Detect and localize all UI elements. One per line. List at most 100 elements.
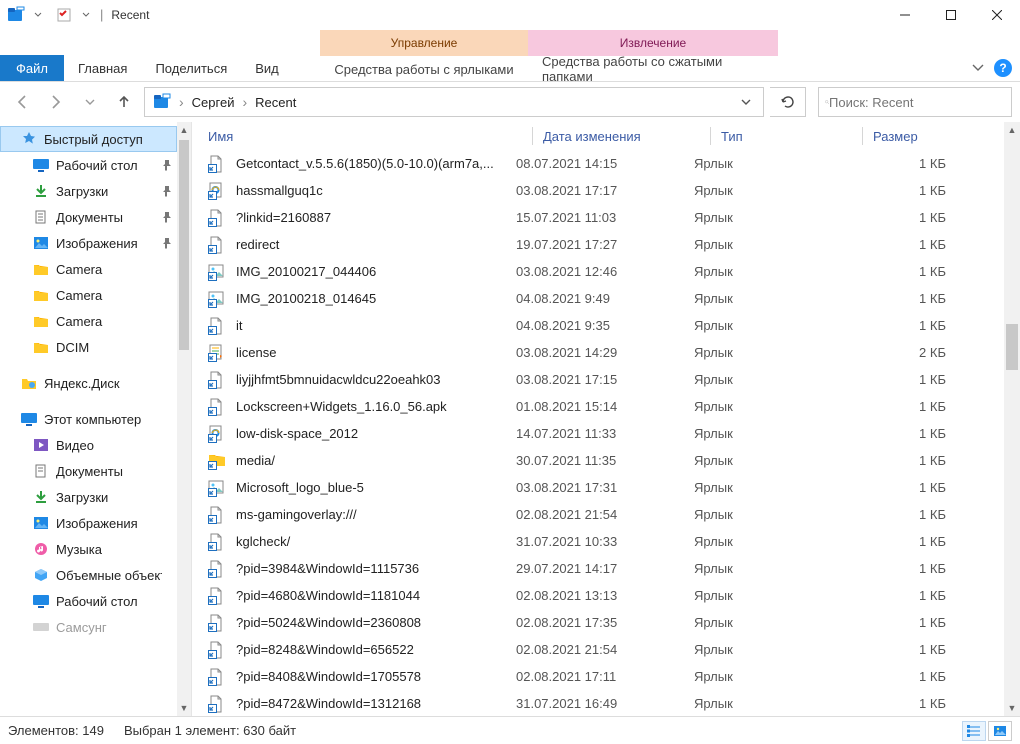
- sort-indicator-icon: ⌃: [352, 122, 360, 129]
- sidebar-item-camera[interactable]: Camera: [0, 308, 177, 334]
- table-row[interactable]: ?pid=5024&WindowId=236080802.08.2021 17:…: [192, 609, 1004, 636]
- share-tab[interactable]: Поделиться: [141, 55, 241, 81]
- back-button[interactable]: [8, 88, 36, 116]
- star-icon: [20, 130, 38, 148]
- sidebar-scrollbar[interactable]: ▲ ▼: [177, 122, 191, 716]
- sidebar-item-label: Этот компьютер: [44, 412, 141, 427]
- search-box[interactable]: [818, 87, 1012, 117]
- close-button[interactable]: [974, 0, 1020, 30]
- help-icon[interactable]: ?: [994, 59, 1012, 77]
- search-input[interactable]: [829, 95, 1005, 110]
- column-header-size[interactable]: Размер: [846, 122, 954, 150]
- content-scrollbar[interactable]: ▲ ▼: [1004, 122, 1020, 716]
- table-row[interactable]: redirect19.07.2021 17:27Ярлык1 КБ: [192, 231, 1004, 258]
- sidebar-item-this-pc[interactable]: Этот компьютер: [0, 406, 177, 432]
- file-size: 2 КБ: [846, 345, 954, 360]
- sidebar-item-documents[interactable]: Документы: [0, 458, 177, 484]
- table-row[interactable]: Microsoft_logo_blue-503.08.2021 17:31Ярл…: [192, 474, 1004, 501]
- address-bar[interactable]: › Сергей › Recent: [144, 87, 764, 117]
- file-name: Lockscreen+Widgets_1.16.0_56.apk: [236, 399, 447, 414]
- breadcrumb-seg-user[interactable]: Сергей: [186, 88, 241, 116]
- sidebar-item-desktop[interactable]: Рабочий стол: [0, 588, 177, 614]
- navigation-bar: › Сергей › Recent: [0, 82, 1020, 122]
- breadcrumb-chevron-icon[interactable]: ›: [177, 94, 186, 110]
- table-row[interactable]: ?pid=8408&WindowId=170557802.08.2021 17:…: [192, 663, 1004, 690]
- sidebar-item-yandex-disk[interactable]: Яндекс.Диск: [0, 370, 177, 396]
- sidebar-item-3d-objects[interactable]: Объемные объекты: [0, 562, 177, 588]
- sidebar-item-camera[interactable]: Camera: [0, 256, 177, 282]
- thumbnails-view-button[interactable]: [988, 721, 1012, 741]
- sidebar-item-quick-access[interactable]: Быстрый доступ: [0, 126, 177, 152]
- scroll-up-icon[interactable]: ▲: [1004, 122, 1020, 138]
- column-header-type[interactable]: Тип: [694, 122, 846, 150]
- recent-locations-button[interactable]: [76, 88, 104, 116]
- table-row[interactable]: IMG_20100218_01464504.08.2021 9:49Ярлык1…: [192, 285, 1004, 312]
- table-row[interactable]: ?pid=8248&WindowId=65652202.08.2021 21:5…: [192, 636, 1004, 663]
- table-row[interactable]: media/30.07.2021 11:35Ярлык1 КБ: [192, 447, 1004, 474]
- view-tab[interactable]: Вид: [241, 55, 293, 81]
- sidebar-item-dcim[interactable]: DCIM: [0, 334, 177, 360]
- table-row[interactable]: Getcontact_v.5.5.6(1850)(5.0-10.0)(arm7a…: [192, 150, 1004, 177]
- breadcrumb-seg-recent[interactable]: Recent: [249, 88, 302, 116]
- file-size: 1 КБ: [846, 426, 954, 441]
- scroll-down-icon[interactable]: ▼: [1004, 700, 1020, 716]
- table-row[interactable]: hassmallguq1c03.08.2021 17:17Ярлык1 КБ: [192, 177, 1004, 204]
- sidebar-item-downloads[interactable]: Загрузки: [0, 178, 177, 204]
- table-row[interactable]: ?pid=8472&WindowId=131216831.07.2021 16:…: [192, 690, 1004, 716]
- table-row[interactable]: ?pid=4680&WindowId=118104402.08.2021 13:…: [192, 582, 1004, 609]
- table-row[interactable]: Lockscreen+Widgets_1.16.0_56.apk01.08.20…: [192, 393, 1004, 420]
- sidebar-item-pictures[interactable]: Изображения: [0, 510, 177, 536]
- file-tab[interactable]: Файл: [0, 55, 64, 81]
- forward-button[interactable]: [42, 88, 70, 116]
- refresh-button[interactable]: [770, 87, 806, 117]
- file-name: kglcheck/: [236, 534, 290, 549]
- context-tab-shortcut-tools[interactable]: Средства работы с ярлыками: [320, 56, 528, 82]
- context-tab-compressed-tools[interactable]: Средства работы со сжатыми папками: [528, 56, 778, 82]
- file-date: 02.08.2021 13:13: [516, 588, 694, 603]
- sidebar-item-samsung[interactable]: Самсунг: [0, 614, 177, 640]
- sidebar-item-downloads[interactable]: Загрузки: [0, 484, 177, 510]
- file-type: Ярлык: [694, 453, 846, 468]
- column-header-date[interactable]: Дата изменения: [516, 122, 694, 150]
- table-row[interactable]: ?linkid=216088715.07.2021 11:03Ярлык1 КБ: [192, 204, 1004, 231]
- files-list: Имя Дата изменения Тип Размер ⌃ Getconta…: [192, 122, 1004, 716]
- properties-icon[interactable]: [54, 5, 74, 25]
- sidebar-item-documents[interactable]: Документы: [0, 204, 177, 230]
- sidebar-item-desktop[interactable]: Рабочий стол: [0, 152, 177, 178]
- chevron-down-icon[interactable]: [28, 5, 48, 25]
- details-view-button[interactable]: [962, 721, 986, 741]
- file-name: it: [236, 318, 243, 333]
- up-button[interactable]: [110, 88, 138, 116]
- minimize-button[interactable]: [882, 0, 928, 30]
- table-row[interactable]: liyjjhfmt5bmnuidacwldcu22oeahk0303.08.20…: [192, 366, 1004, 393]
- file-type: Ярлык: [694, 156, 846, 171]
- table-row[interactable]: it04.08.2021 9:35Ярлык1 КБ: [192, 312, 1004, 339]
- table-row[interactable]: ?pid=3984&WindowId=111573629.07.2021 14:…: [192, 555, 1004, 582]
- table-row[interactable]: license03.08.2021 14:29Ярлык2 КБ: [192, 339, 1004, 366]
- sidebar-item-videos[interactable]: Видео: [0, 432, 177, 458]
- breadcrumb-chevron-icon[interactable]: ›: [240, 94, 249, 110]
- file-date: 08.07.2021 14:15: [516, 156, 694, 171]
- file-name: media/: [236, 453, 275, 468]
- scroll-down-icon[interactable]: ▼: [177, 700, 191, 716]
- sidebar-item-camera[interactable]: Camera: [0, 282, 177, 308]
- address-dropdown-icon[interactable]: [731, 88, 761, 116]
- chevron-down-icon[interactable]: [76, 5, 96, 25]
- explorer-icon[interactable]: [147, 88, 177, 116]
- scroll-up-icon[interactable]: ▲: [177, 122, 191, 138]
- table-row[interactable]: low-disk-space_201214.07.2021 11:33Ярлык…: [192, 420, 1004, 447]
- scroll-thumb[interactable]: [179, 140, 189, 350]
- home-tab[interactable]: Главная: [64, 55, 141, 81]
- table-row[interactable]: ms-gamingoverlay:///02.08.2021 21:54Ярлы…: [192, 501, 1004, 528]
- pin-icon: [161, 211, 173, 223]
- sidebar-item-label: Самсунг: [56, 620, 107, 635]
- sidebar-item-pictures[interactable]: Изображения: [0, 230, 177, 256]
- music-icon: [32, 540, 50, 558]
- chevron-down-icon[interactable]: [972, 62, 984, 74]
- scroll-thumb[interactable]: [1006, 324, 1018, 370]
- table-row[interactable]: IMG_20100217_04440603.08.2021 12:46Ярлык…: [192, 258, 1004, 285]
- file-name: ?linkid=2160887: [236, 210, 331, 225]
- sidebar-item-music[interactable]: Музыка: [0, 536, 177, 562]
- table-row[interactable]: kglcheck/31.07.2021 10:33Ярлык1 КБ: [192, 528, 1004, 555]
- maximize-button[interactable]: [928, 0, 974, 30]
